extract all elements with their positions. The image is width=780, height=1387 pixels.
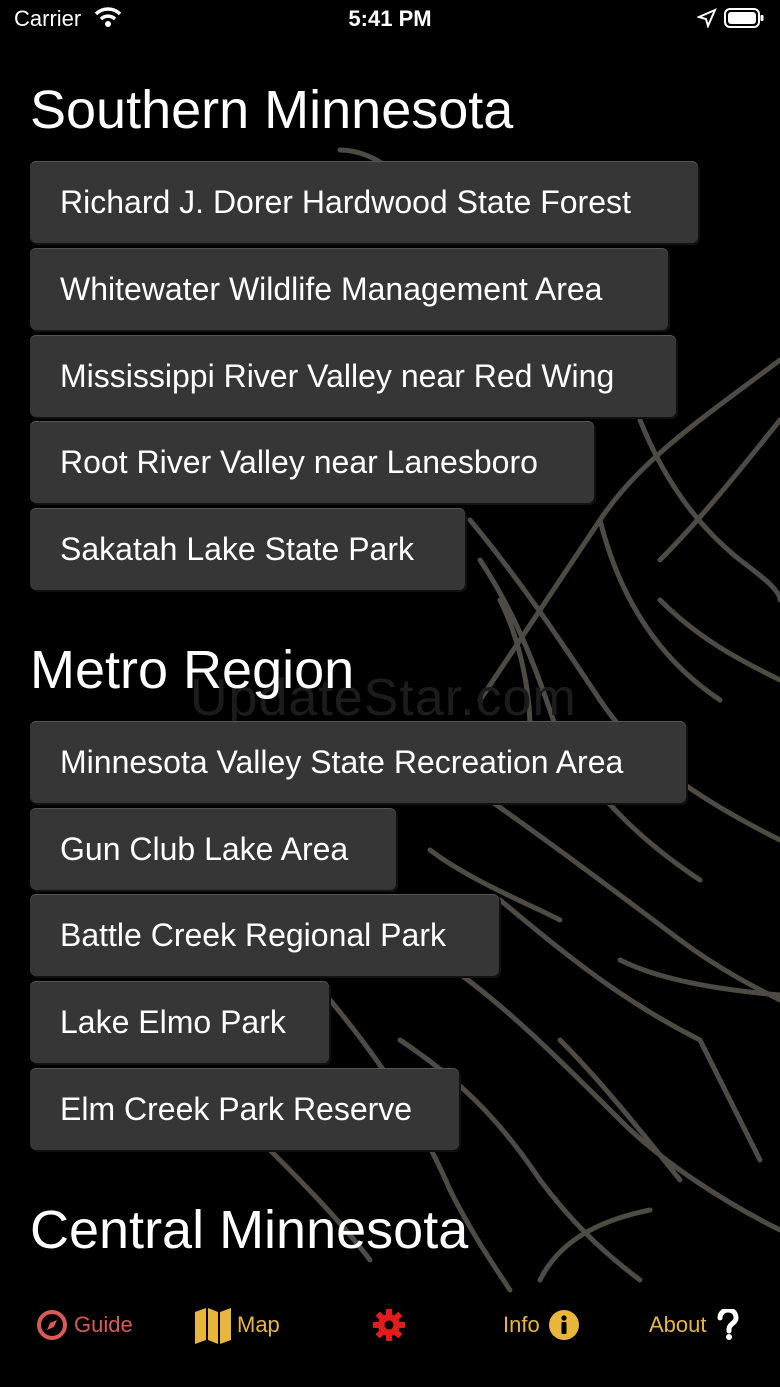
- tab-map[interactable]: Map: [193, 1303, 280, 1347]
- location-arrow-icon: [697, 8, 717, 28]
- location-button[interactable]: Lake Elmo Park: [30, 981, 329, 1063]
- tab-settings[interactable]: [371, 1303, 407, 1347]
- gear-icon: [373, 1309, 405, 1341]
- compass-icon: [37, 1310, 67, 1340]
- location-button[interactable]: Battle Creek Regional Park: [30, 894, 499, 976]
- tab-bar: Guide Map Info About: [0, 1293, 780, 1387]
- location-button[interactable]: Whitewater Wildlife Management Area: [30, 248, 668, 330]
- question-icon: [717, 1309, 739, 1340]
- tab-about[interactable]: About: [649, 1303, 739, 1347]
- battery-icon: [724, 8, 764, 28]
- status-bar: Carrier 5:41 PM: [0, 0, 780, 40]
- location-button[interactable]: Gun Club Lake Area: [30, 808, 396, 890]
- tab-label-info: Info: [503, 1312, 540, 1337]
- section-title-central-minnesota: Central Minnesota: [30, 1200, 469, 1260]
- tab-info[interactable]: Info: [503, 1303, 580, 1347]
- status-time: 5:41 PM: [348, 6, 432, 31]
- location-button[interactable]: Elm Creek Park Reserve: [30, 1068, 459, 1150]
- map-icon: [195, 1308, 231, 1344]
- location-button[interactable]: Root River Valley near Lanesboro: [30, 421, 594, 503]
- location-button[interactable]: Minnesota Valley State Recreation Area: [30, 721, 686, 803]
- location-button[interactable]: Sakatah Lake State Park: [30, 508, 465, 590]
- location-button[interactable]: Mississippi River Valley near Red Wing: [30, 335, 676, 417]
- location-list[interactable]: Southern Minnesota Richard J. Dorer Hard…: [0, 40, 780, 1280]
- tab-label-about: About: [649, 1312, 707, 1337]
- tab-label-map: Map: [237, 1312, 280, 1337]
- info-icon: [548, 1310, 579, 1340]
- location-button[interactable]: Richard J. Dorer Hardwood State Forest: [30, 161, 698, 243]
- section-title-southern-minnesota: Southern Minnesota: [30, 80, 514, 140]
- tab-label-guide: Guide: [74, 1312, 133, 1337]
- section-title-metro-region: Metro Region: [30, 640, 355, 700]
- tab-guide[interactable]: Guide: [36, 1303, 133, 1347]
